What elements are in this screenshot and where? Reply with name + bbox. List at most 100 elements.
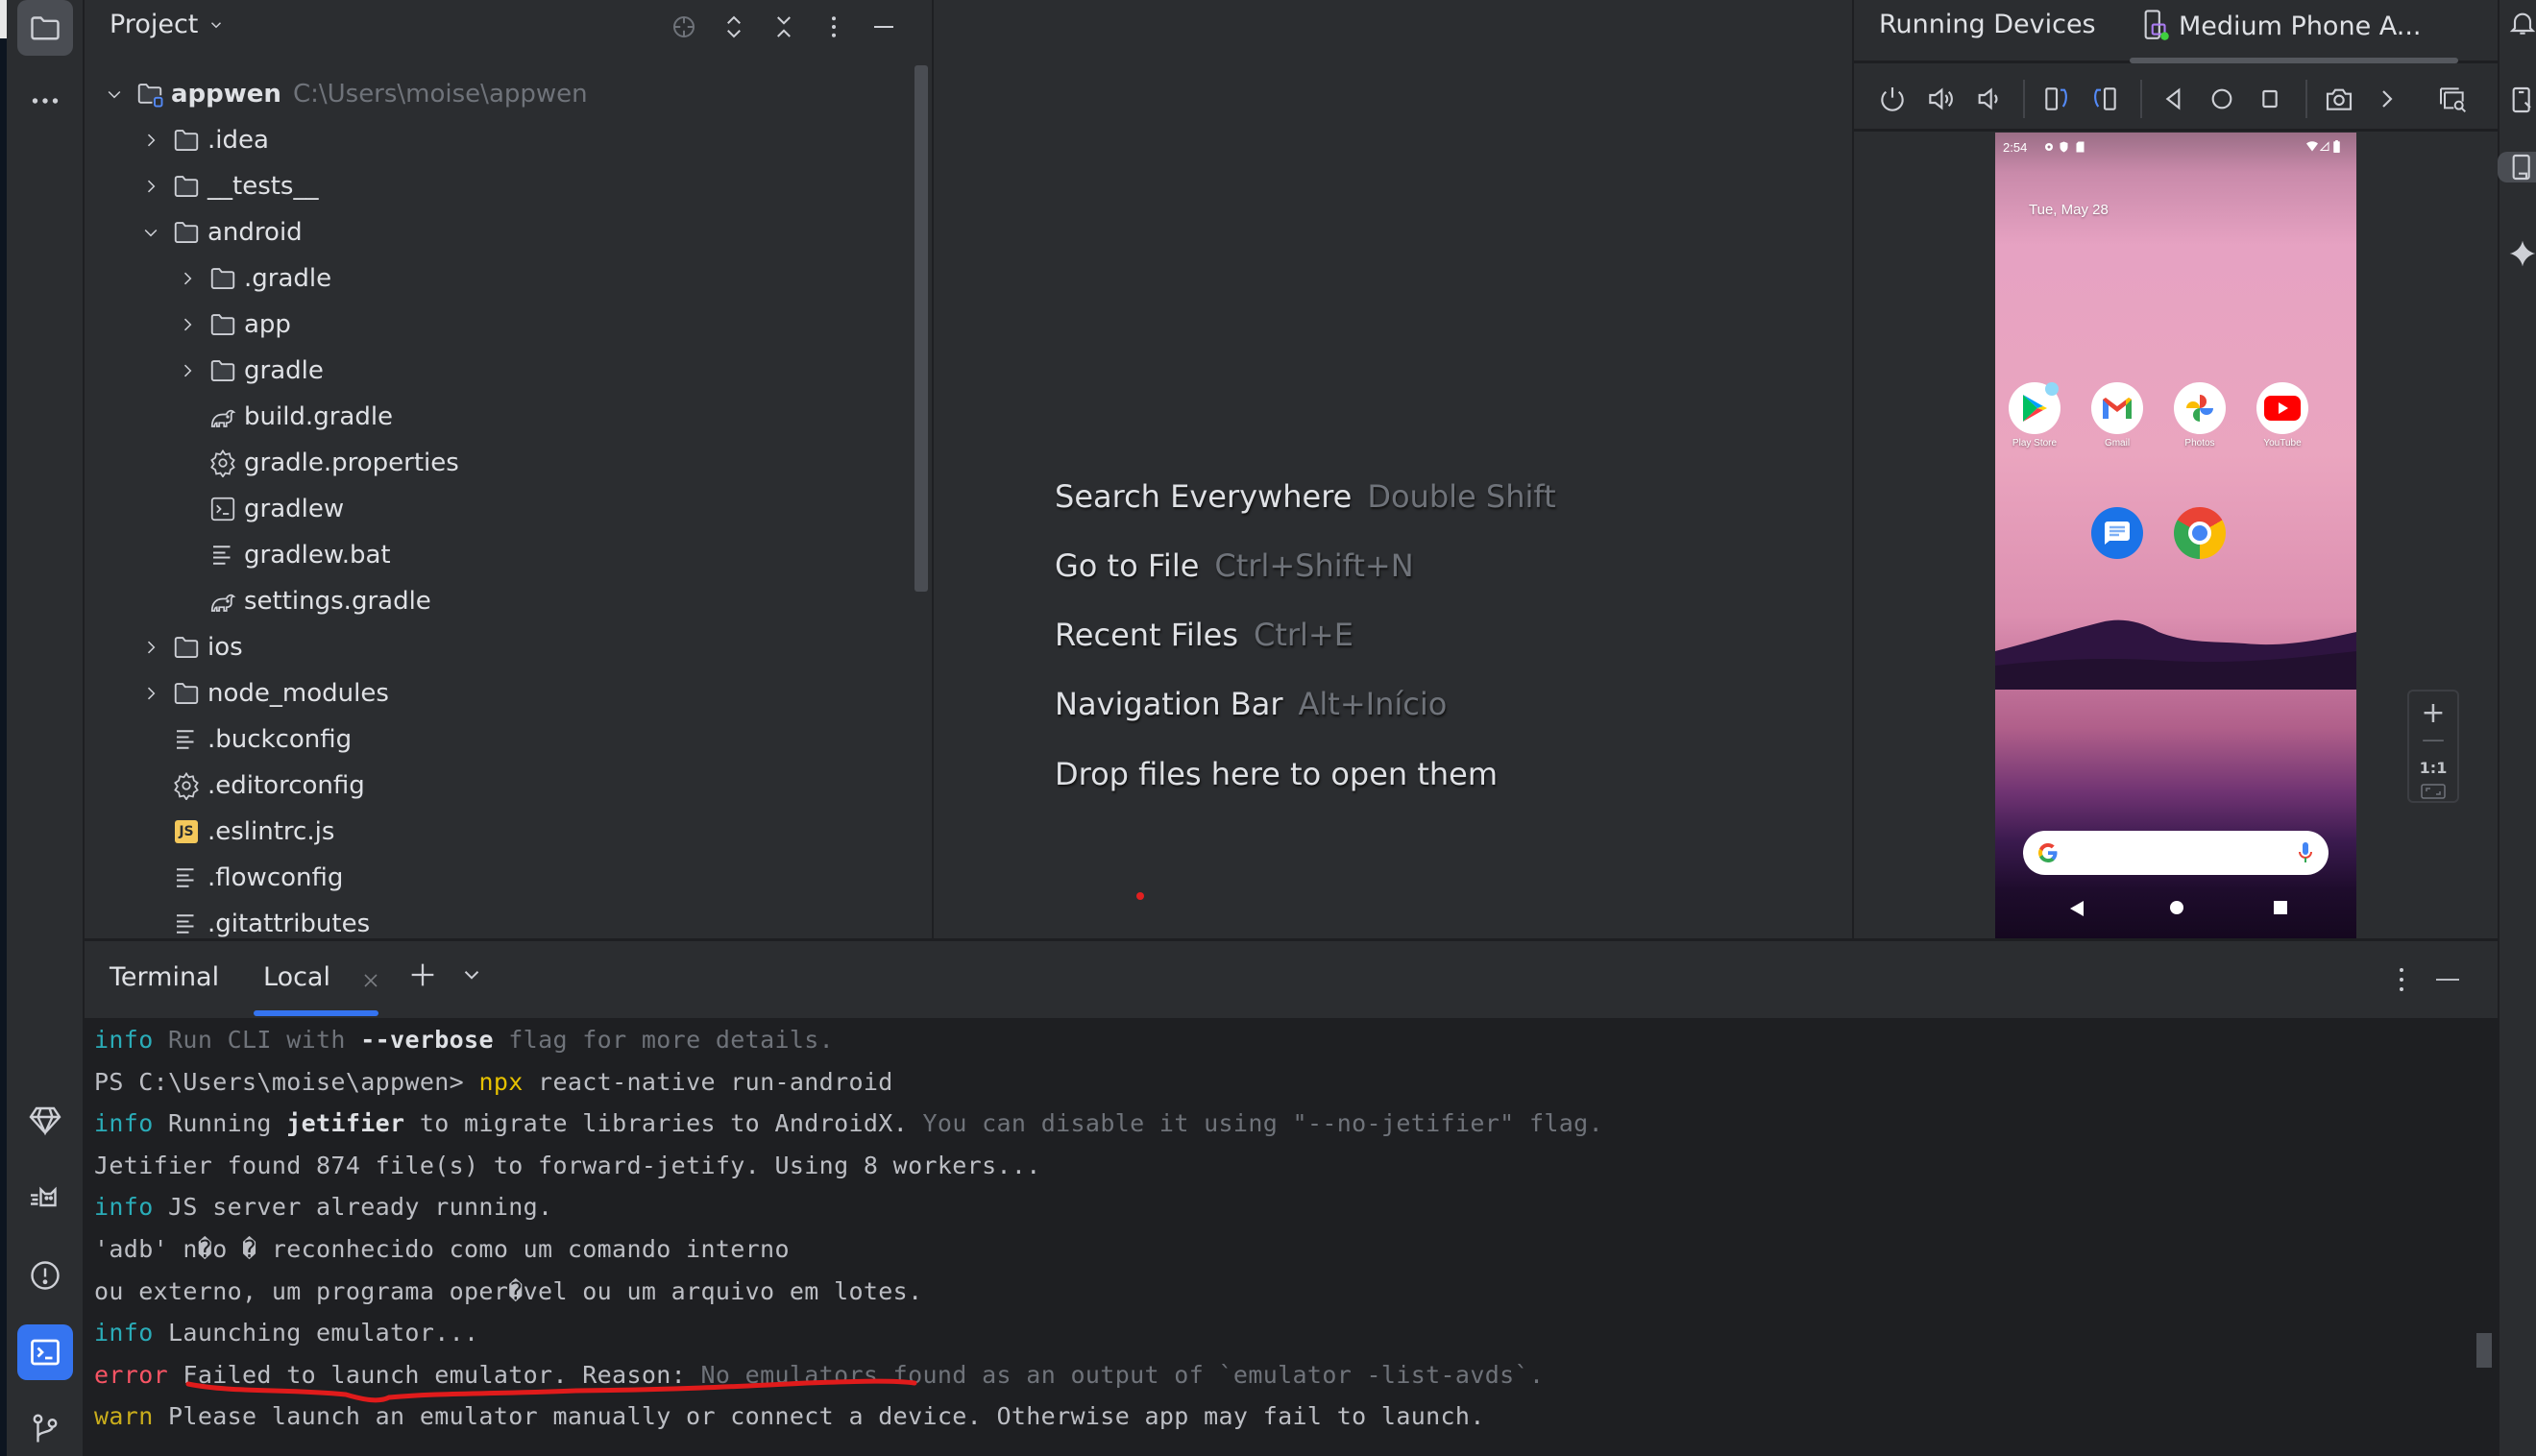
project-tree-scrollbar[interactable]	[914, 65, 928, 592]
expand-toggle-closed[interactable]	[138, 635, 163, 660]
tree-item[interactable]: android	[138, 211, 303, 254]
volume-up-button[interactable]	[1923, 82, 1958, 116]
snapshot-search-button[interactable]	[2435, 82, 2470, 116]
back-button[interactable]	[2157, 82, 2191, 116]
tree-item[interactable]: ios	[138, 626, 243, 668]
tree-item[interactable]: node_modules	[138, 672, 389, 715]
toolbar-separator	[2140, 80, 2142, 118]
gem-tool-button[interactable]	[17, 1092, 73, 1148]
home-button[interactable]	[2205, 82, 2239, 116]
device-tab[interactable]: Medium Phone A...	[2142, 10, 2422, 42]
status-time: 2:54	[2003, 140, 2028, 155]
screenshot-button[interactable]	[2322, 82, 2356, 116]
project-view-selector[interactable]: Project	[110, 10, 225, 39]
fit-screen-button[interactable]	[2409, 784, 2457, 803]
terminal-line: info Run CLI with --verbose flag for mor…	[94, 1026, 834, 1054]
gradle-elephant-icon	[210, 594, 236, 612]
emulator-screen[interactable]: 2:54 Tue, May 28 Play Store Gmail Photos…	[1995, 133, 2356, 938]
gemini-sparkle-icon[interactable]	[2507, 238, 2536, 269]
rotate-right-button[interactable]	[2087, 82, 2122, 116]
project-title: Project	[110, 10, 199, 39]
new-tab-plus-icon[interactable]	[406, 959, 439, 991]
tree-item[interactable]: .flowconfig	[138, 857, 343, 899]
settings-gear-icon	[2045, 143, 2053, 151]
expand-toggle-open[interactable]	[138, 220, 163, 245]
device-manager-icon[interactable]	[2507, 85, 2536, 115]
app-gmail[interactable]: Gmail	[2090, 382, 2144, 449]
app-photos[interactable]: Photos	[2173, 382, 2227, 449]
version-control-tool-button[interactable]	[17, 1401, 73, 1456]
running-devices-icon[interactable]	[2507, 152, 2536, 182]
tree-item[interactable]: gradle.properties	[175, 442, 459, 484]
logcat-tool-button[interactable]	[17, 1169, 73, 1225]
tree-item[interactable]: settings.gradle	[175, 580, 431, 622]
nav-back-icon[interactable]	[2070, 901, 2084, 916]
hint-action: Go to File	[1055, 547, 1200, 584]
terminal-tool-button[interactable]	[17, 1324, 73, 1380]
power-button[interactable]	[1875, 82, 1910, 116]
tree-item[interactable]: .buckconfig	[138, 718, 352, 761]
nav-home-icon[interactable]	[2170, 901, 2183, 914]
collapse-all-button[interactable]	[767, 10, 801, 44]
terminal-line: PS C:\Users\moise\appwen> npx react-nati…	[94, 1068, 893, 1096]
tree-item[interactable]: .editorconfig	[138, 764, 365, 807]
tree-item-icon	[207, 309, 238, 340]
tree-item[interactable]: appwen C:\Users\moise\appwen	[102, 73, 588, 115]
tree-item[interactable]: .idea	[138, 119, 269, 161]
problems-tool-button[interactable]	[17, 1248, 73, 1303]
expand-toggle-closed[interactable]	[138, 174, 163, 199]
expand-toggle-closed[interactable]	[175, 266, 200, 291]
more-vertical-icon[interactable]	[2390, 962, 2413, 997]
zoom-in-button[interactable]: +	[2409, 699, 2457, 728]
app-chrome[interactable]	[2173, 507, 2227, 559]
terminal-scrollbar[interactable]	[2476, 1333, 2492, 1368]
actual-size-button[interactable]: 1:1	[2409, 759, 2457, 777]
app-play-store[interactable]: Play Store	[2008, 382, 2061, 449]
chevron-down-icon[interactable]	[459, 962, 484, 987]
locate-file-button[interactable]	[667, 10, 701, 44]
terminal-output[interactable]: info Run CLI with --verbose flag for mor…	[85, 1018, 2498, 1456]
tree-item[interactable]: build.gradle	[175, 396, 393, 438]
expand-toggle-closed[interactable]	[175, 312, 200, 337]
tree-item[interactable]: __tests__	[138, 165, 318, 207]
tree-item[interactable]: .gradle	[175, 257, 331, 300]
app-messages[interactable]	[2090, 507, 2144, 559]
camera-icon	[2326, 88, 2353, 110]
more-tool-windows-button[interactable]	[17, 73, 73, 129]
tree-item[interactable]: gradle	[175, 350, 324, 392]
google-search-widget[interactable]	[2023, 831, 2329, 875]
more-horizontal-icon	[32, 98, 59, 104]
tree-item[interactable]: .gitattributes	[138, 903, 370, 938]
notifications-bell-icon[interactable]	[2507, 8, 2536, 38]
project-tool-button[interactable]	[17, 0, 73, 56]
folder-icon	[174, 637, 199, 658]
expand-toggle-closed[interactable]	[138, 681, 163, 706]
project-options-button[interactable]	[817, 10, 851, 44]
terminal-tab-local[interactable]: Local	[236, 941, 361, 1018]
log-level-error: error	[94, 1360, 169, 1389]
expand-toggle-closed[interactable]	[175, 358, 200, 383]
rotate-left-button[interactable]	[2039, 82, 2074, 116]
microphone-icon[interactable]	[2298, 841, 2313, 864]
tree-item[interactable]: gradlew.bat	[175, 534, 391, 576]
tree-item[interactable]: app	[175, 303, 291, 346]
expand-toggle-open[interactable]	[102, 82, 127, 107]
tree-item[interactable]: gradlew	[175, 488, 344, 530]
minimize-icon[interactable]	[2433, 962, 2462, 997]
tree-item[interactable]: JS .eslintrc.js	[138, 811, 334, 853]
zoom-out-button[interactable]: —	[2409, 726, 2457, 753]
expand-toggle-closed[interactable]	[138, 128, 163, 153]
more-actions-button[interactable]	[2370, 82, 2404, 116]
volume-down-button[interactable]	[1971, 82, 2006, 116]
hint-action: Navigation Bar	[1055, 686, 1283, 722]
nav-recents-icon[interactable]	[2274, 901, 2287, 914]
tab-scrollbar[interactable]	[2130, 58, 2458, 63]
hide-panel-button[interactable]	[866, 10, 901, 44]
close-tab-button[interactable]	[363, 967, 378, 994]
overview-button[interactable]	[2253, 82, 2287, 116]
expand-all-button[interactable]	[717, 10, 751, 44]
app-youtube[interactable]: YouTube	[2256, 382, 2309, 449]
